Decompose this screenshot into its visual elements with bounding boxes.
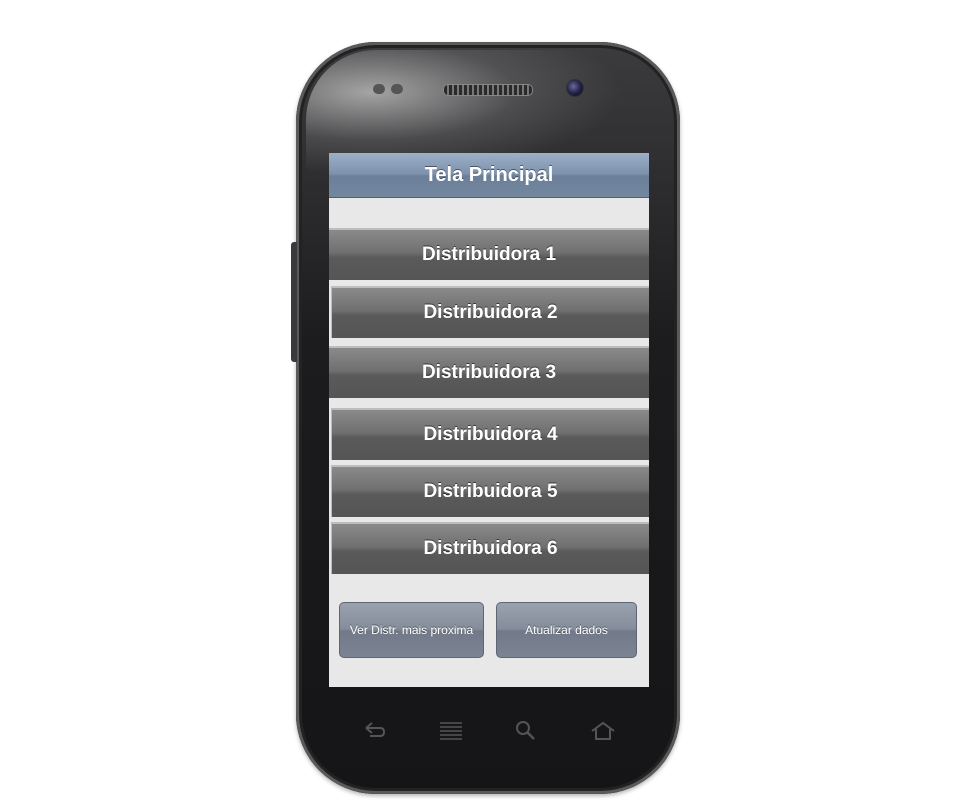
distribuidora-2-button[interactable]: Distribuidora 2 bbox=[331, 286, 649, 338]
nearest-distributor-button[interactable]: Ver Distr. mais proxima bbox=[339, 602, 484, 658]
page-title: Tela Principal bbox=[329, 153, 649, 198]
distribuidora-6-button[interactable]: Distribuidora 6 bbox=[331, 522, 649, 574]
front-camera bbox=[566, 79, 584, 97]
sensor-left bbox=[373, 84, 385, 94]
home-icon[interactable] bbox=[590, 720, 616, 746]
menu-icon[interactable] bbox=[439, 720, 463, 746]
update-data-button[interactable]: Atualizar dados bbox=[496, 602, 637, 658]
sensor-right bbox=[391, 84, 403, 94]
earpiece-speaker bbox=[443, 84, 533, 96]
distribuidora-3-button[interactable]: Distribuidora 3 bbox=[329, 346, 649, 398]
app-screen: Tela Principal Distribuidora 1 Distribui… bbox=[329, 153, 649, 687]
distribuidora-4-button[interactable]: Distribuidora 4 bbox=[331, 408, 649, 460]
distribuidora-1-button[interactable]: Distribuidora 1 bbox=[329, 228, 649, 280]
distribuidora-5-button[interactable]: Distribuidora 5 bbox=[331, 465, 649, 517]
back-icon[interactable] bbox=[362, 720, 388, 746]
search-icon[interactable] bbox=[515, 720, 537, 746]
volume-button bbox=[291, 242, 297, 362]
